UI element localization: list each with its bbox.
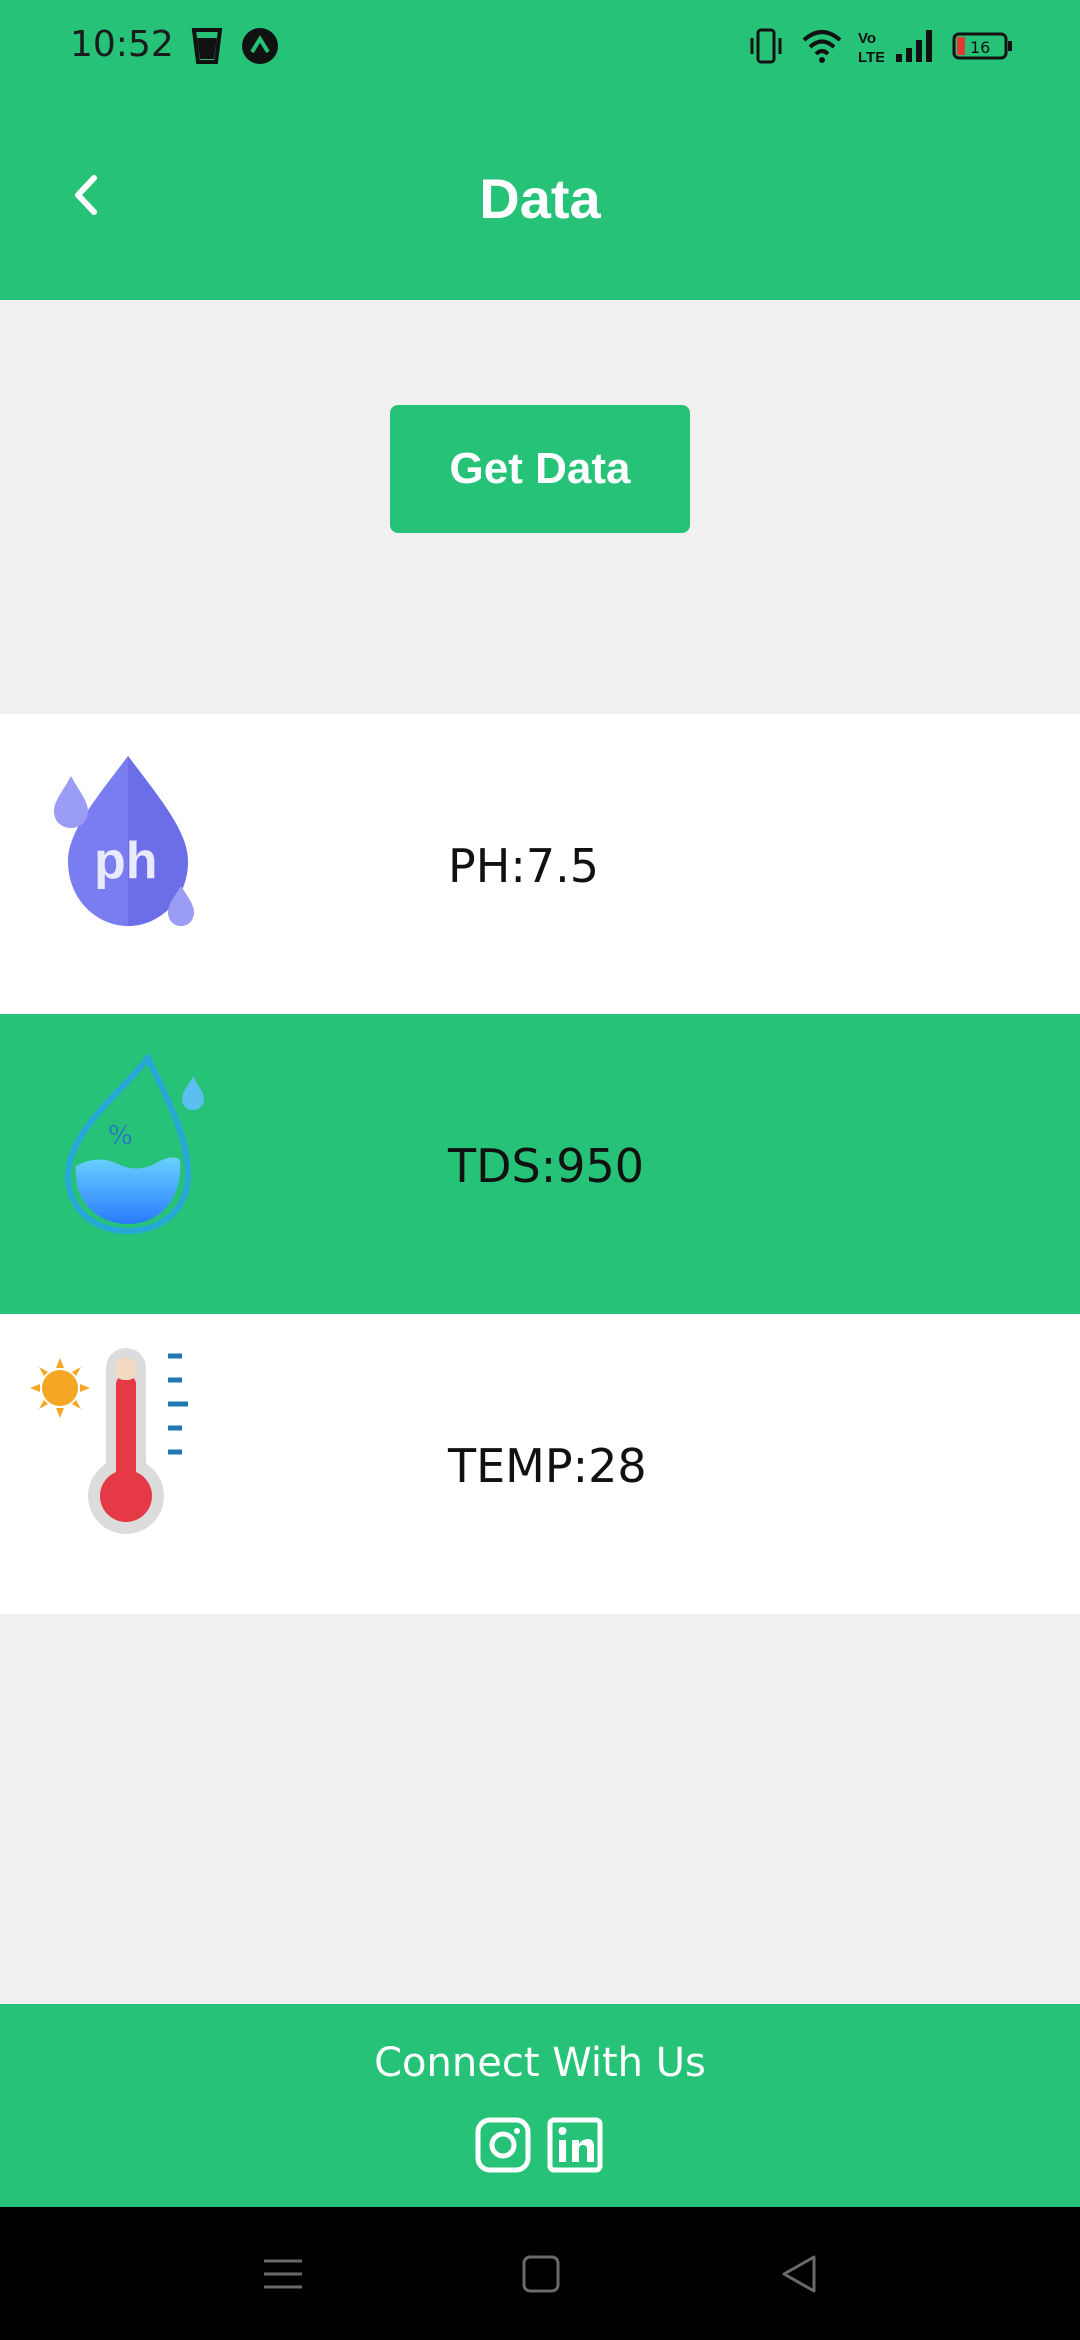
ph-value: PH:7.5 <box>448 839 599 893</box>
menu-icon[interactable] <box>260 2251 306 2297</box>
vibrate-icon <box>750 28 782 64</box>
svg-text:Vo: Vo <box>858 30 876 47</box>
signal-icon <box>896 30 932 62</box>
page-header: Data <box>0 120 1080 280</box>
get-data-section: Get Data <box>0 300 1080 714</box>
svg-text:LTE: LTE <box>858 49 884 66</box>
svg-text:%: % <box>108 1121 133 1151</box>
arrow-up-circle-icon <box>242 28 278 64</box>
ph-drop-icon: ph <box>54 756 194 926</box>
status-bar: 10:52 Vo LTE 16 <box>0 0 1080 96</box>
cup-icon <box>191 28 223 64</box>
volte-icon: Vo LTE <box>858 30 884 66</box>
footer: Connect With Us <box>0 2004 1080 2207</box>
reading-row-temp: TEMP:28 <box>0 1314 1080 1614</box>
page-title: Data <box>479 167 601 230</box>
svg-text:ph: ph <box>94 832 158 890</box>
system-nav-bar <box>0 2207 1080 2340</box>
get-data-button[interactable]: Get Data <box>390 405 690 533</box>
temp-value: TEMP:28 <box>448 1439 647 1493</box>
instagram-icon[interactable] <box>474 2116 532 2174</box>
wifi-icon <box>802 30 842 63</box>
connect-with-us-label: Connect With Us <box>374 2040 706 2086</box>
svg-text:16: 16 <box>970 38 990 57</box>
reading-row-tds: % TDS:950 <box>0 1014 1080 1314</box>
tds-value: TDS:950 <box>448 1139 645 1193</box>
tds-water-drop-icon: % <box>64 1052 204 1235</box>
reading-row-ph: ph PH:7.5 <box>0 714 1080 1014</box>
thermometer-sun-icon <box>30 1348 188 1534</box>
home-square-icon[interactable] <box>518 2251 564 2297</box>
status-time: 10:52 <box>70 24 174 65</box>
linkedin-icon[interactable] <box>546 2116 604 2174</box>
app-header-bar: 10:52 Vo LTE 16 Data <box>0 0 1080 300</box>
back-triangle-icon[interactable] <box>776 2251 822 2297</box>
battery-icon: 16 <box>952 32 1012 60</box>
